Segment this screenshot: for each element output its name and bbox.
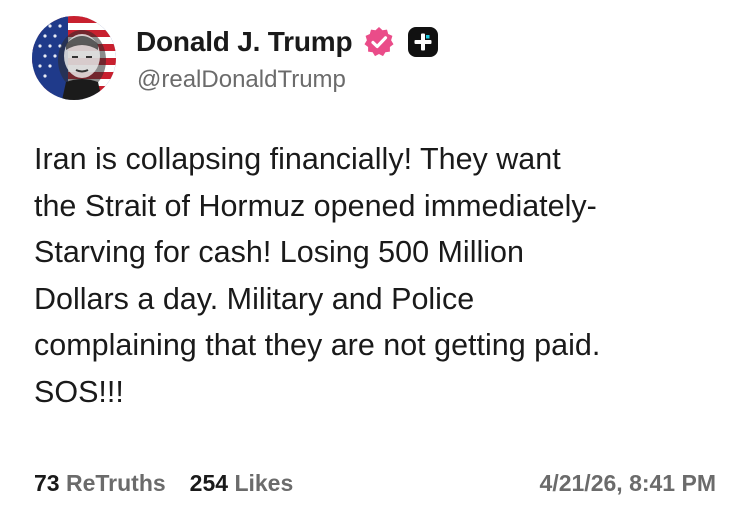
retruths-count: 73 bbox=[34, 469, 60, 496]
verified-badge-icon bbox=[362, 25, 396, 59]
author-row: Donald J. Trump bbox=[136, 22, 440, 62]
post-text: Iran is collapsing financially! They wan… bbox=[34, 142, 601, 409]
plus-badge-icon bbox=[406, 25, 440, 59]
avatar-image bbox=[32, 16, 116, 100]
likes-count: 254 bbox=[189, 469, 229, 496]
likes-label: Likes bbox=[234, 469, 294, 496]
author-display-name[interactable]: Donald J. Trump bbox=[136, 26, 353, 58]
truth-post: Donald J. Trump @realDonaldTrump Iran is… bbox=[0, 0, 750, 527]
post-timestamp[interactable]: 4/21/26, 8:41 PM bbox=[540, 470, 716, 497]
author-handle[interactable]: @realDonaldTrump bbox=[137, 66, 346, 94]
post-footer: 73 ReTruths 254 Likes 4/21/26, 8:41 PM bbox=[34, 466, 716, 500]
likes-stat[interactable]: 254 Likes bbox=[190, 470, 294, 497]
avatar[interactable] bbox=[32, 16, 116, 100]
retruths-label: ReTruths bbox=[65, 469, 166, 496]
retruths-stat[interactable]: 73 ReTruths bbox=[34, 470, 166, 497]
